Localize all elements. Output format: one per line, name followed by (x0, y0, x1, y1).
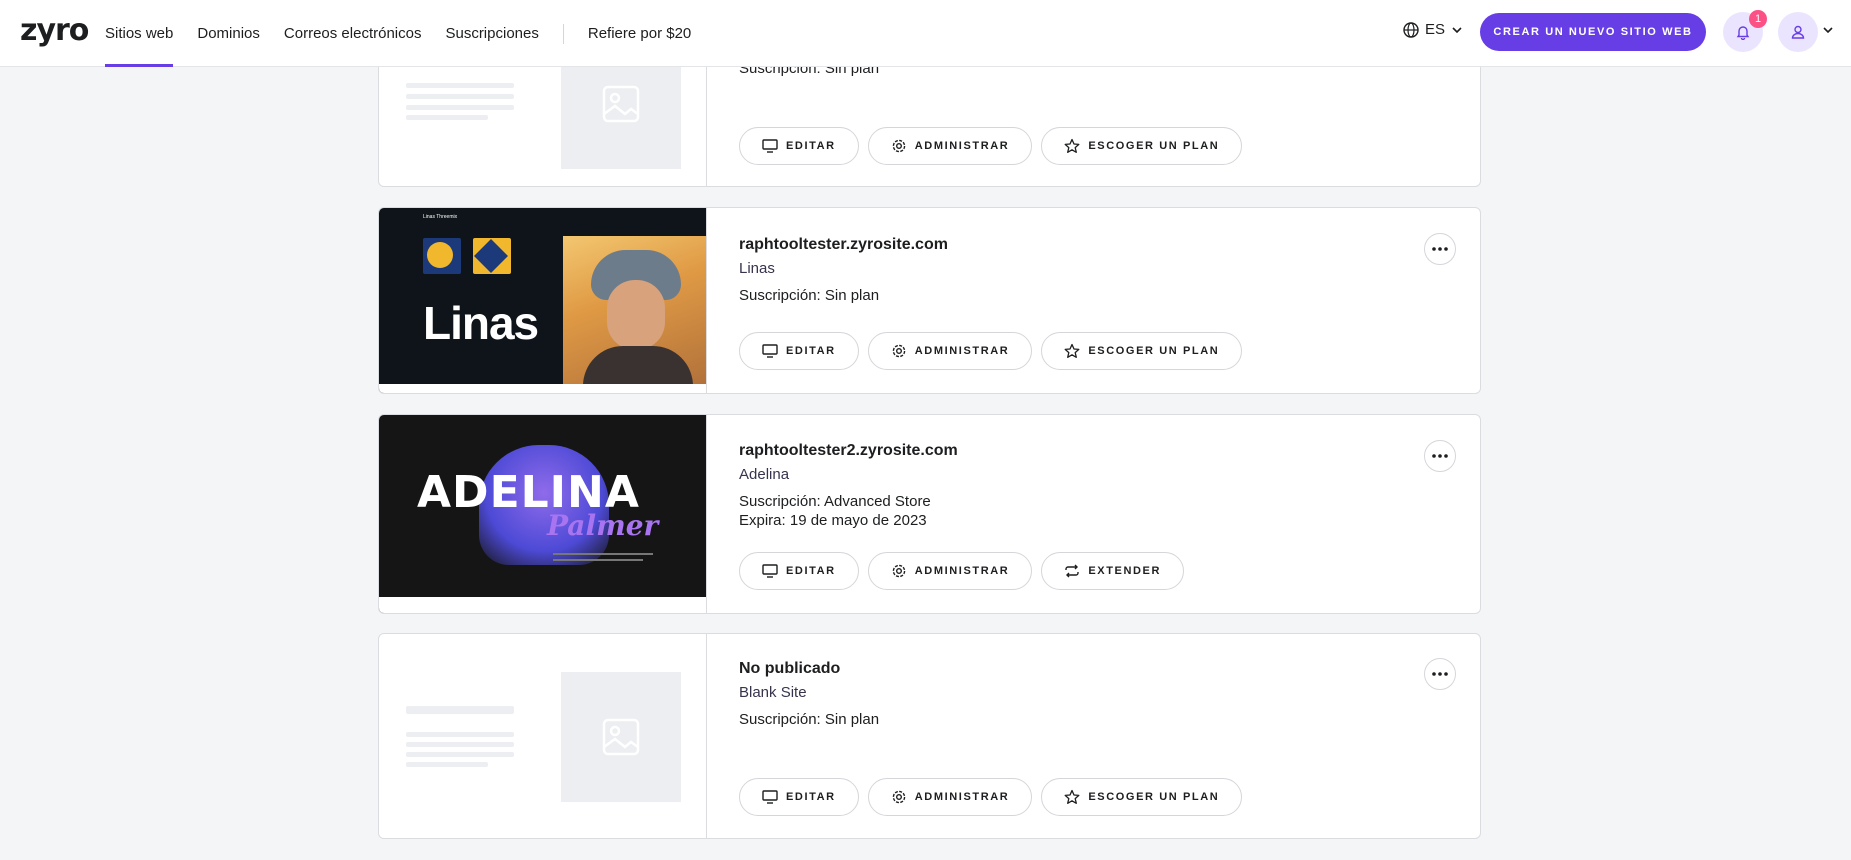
repeat-icon (1065, 564, 1080, 578)
site-template: Blank Site (739, 684, 807, 701)
subscription-text: Suscripción: Sin plan (739, 287, 880, 304)
top-header: zyro Sitios web Dominios Correos electró… (0, 0, 1851, 67)
site-domain[interactable]: raphtooltester2.zyrosite.com (739, 442, 958, 460)
extend-button[interactable]: EXTENDER (1041, 552, 1185, 590)
thumbnail-subtitle: Palmer (547, 509, 659, 542)
bell-icon (1736, 26, 1750, 40)
manage-button[interactable]: ADMINISTRAR (867, 552, 1033, 590)
nav-correos[interactable]: Correos electrónicos (284, 0, 422, 67)
star-icon (1064, 138, 1080, 153)
user-icon (1791, 25, 1805, 39)
notification-badge: 1 (1749, 10, 1767, 28)
ellipsis-icon (1432, 247, 1448, 251)
subscription-text: Suscripción: Sin plan (739, 711, 880, 728)
create-website-button[interactable]: CREAR UN NUEVO SITIO WEB (1480, 13, 1706, 51)
site-thumbnail[interactable]: ADELINA Palmer (379, 415, 707, 613)
language-label: ES (1425, 21, 1446, 38)
site-info: raphtooltester.zyrosite.com Linas Suscri… (739, 208, 1480, 393)
site-info: No publicado Blank Site Suscripción: Sin… (739, 634, 1480, 838)
site-domain[interactable]: raphtooltester.zyrosite.com (739, 236, 948, 254)
nav-divider (562, 23, 564, 44)
site-thumbnail[interactable]: Linas Threemix Linas (379, 208, 707, 393)
edit-button[interactable]: EDITAR (739, 127, 859, 165)
site-info: raphtooltester2.zyrosite.com Adelina Sus… (739, 415, 1480, 613)
choose-plan-button[interactable]: ESCOGER UN PLAN (1041, 778, 1243, 816)
language-selector[interactable]: ES (1403, 21, 1463, 38)
site-card: Linas Threemix Linas raphtooltester.zyro… (378, 207, 1481, 394)
site-domain[interactable]: No publicado (739, 660, 879, 678)
choose-plan-button[interactable]: ESCOGER UN PLAN (1041, 332, 1243, 370)
monitor-icon (762, 790, 778, 804)
ellipsis-icon (1432, 672, 1448, 676)
site-thumbnail-placeholder[interactable] (379, 634, 707, 838)
gear-icon (892, 139, 906, 153)
thumbnail-photo (563, 236, 706, 388)
more-options-button[interactable] (1424, 658, 1456, 690)
gear-icon (892, 790, 906, 804)
site-card: No publicado Blank Site Suscripción: Sin… (378, 633, 1481, 839)
nav-dominios[interactable]: Dominios (197, 0, 260, 67)
more-options-button[interactable] (1424, 233, 1456, 265)
more-options-button[interactable] (1424, 440, 1456, 472)
choose-plan-button[interactable]: ESCOGER UN PLAN (1041, 127, 1243, 165)
subscription-text: Suscripción: Advanced Store (739, 493, 931, 510)
account-button[interactable] (1778, 12, 1818, 52)
manage-button[interactable]: ADMINISTRAR (867, 127, 1033, 165)
expiry-text: Expira: 19 de mayo de 2023 (739, 512, 927, 529)
edit-button[interactable]: EDITAR (739, 552, 859, 590)
site-template: Linas (739, 260, 775, 277)
chevron-down-icon (1452, 26, 1462, 33)
nav-sitios-web[interactable]: Sitios web (105, 0, 174, 67)
thumbnail-title: Linas (423, 297, 539, 349)
site-card: ADELINA Palmer raphtooltester2.zyrosite.… (378, 414, 1481, 614)
main-nav: Sitios web Dominios Correos electrónicos… (105, 0, 715, 67)
star-icon (1064, 789, 1080, 804)
nav-suscripciones[interactable]: Suscripciones (445, 0, 538, 67)
edit-button[interactable]: EDITAR (739, 332, 859, 370)
gear-icon (892, 344, 906, 358)
site-template: Adelina (739, 466, 790, 483)
monitor-icon (762, 564, 778, 578)
zyro-logo[interactable]: zyro (20, 14, 89, 48)
image-placeholder-icon (561, 672, 681, 802)
nav-refer[interactable]: Refiere por $20 (588, 0, 691, 67)
gear-icon (892, 564, 906, 578)
account-chevron-icon[interactable] (1822, 24, 1834, 36)
manage-button[interactable]: ADMINISTRAR (867, 332, 1033, 370)
manage-button[interactable]: ADMINISTRAR (867, 778, 1033, 816)
globe-icon (1403, 21, 1419, 38)
edit-button[interactable]: EDITAR (739, 778, 859, 816)
monitor-icon (762, 344, 778, 358)
monitor-icon (762, 139, 778, 153)
ellipsis-icon (1432, 454, 1448, 458)
star-icon (1064, 343, 1080, 358)
